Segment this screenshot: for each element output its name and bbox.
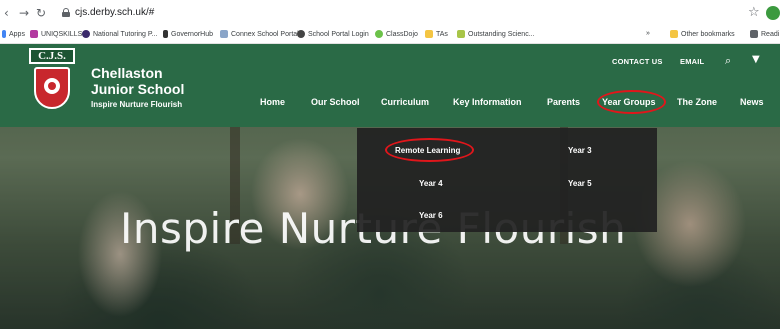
rose-center: [48, 82, 56, 90]
website: Inspire Nurture Flourish C.J.S. Chellast…: [0, 44, 780, 329]
bookmark-tas[interactable]: TAs: [425, 30, 448, 38]
bookmark-outstanding-science[interactable]: Outstanding Scienc...: [457, 30, 535, 38]
school-tagline: Inspire Nurture Flourish: [91, 100, 183, 109]
bookmarks-bar: Apps UNIQSKILLS National Tutoring P... G…: [0, 28, 780, 44]
school-name-line2[interactable]: Junior School: [91, 82, 184, 96]
apps-icon: [2, 30, 6, 38]
search-icon[interactable]: ⌕: [725, 54, 731, 68]
menu-item-year-3[interactable]: Year 3: [568, 146, 592, 155]
nav-the-zone[interactable]: The Zone: [677, 97, 717, 107]
school-crest-logo[interactable]: C.J.S.: [29, 48, 75, 118]
school-portal-icon: [297, 30, 305, 38]
menu-item-year-5[interactable]: Year 5: [568, 179, 592, 188]
classdojo-icon: [375, 30, 383, 38]
national-tutoring-icon: [82, 30, 90, 38]
nav-our-school[interactable]: Our School: [311, 97, 360, 107]
outstanding-science-icon: [457, 30, 465, 38]
nav-curriculum[interactable]: Curriculum: [381, 97, 429, 107]
nav-home[interactable]: Home: [260, 97, 285, 107]
reload-icon[interactable]: ↻: [36, 6, 46, 20]
site-header: C.J.S. Chellaston Junior School Inspire …: [0, 44, 780, 127]
twitter-icon[interactable]: ▼: [752, 54, 760, 65]
menu-item-year-6[interactable]: Year 6: [419, 211, 443, 220]
bookmarks-overflow[interactable]: »: [646, 30, 650, 37]
bookmark-apps[interactable]: Apps: [2, 30, 25, 38]
folder-icon: [670, 30, 678, 38]
bookmark-other[interactable]: Other bookmarks: [670, 30, 735, 38]
governorhub-icon: [163, 30, 168, 38]
bookmark-classdojo[interactable]: ClassDojo: [375, 30, 418, 38]
nav-year-groups[interactable]: Year Groups: [602, 97, 656, 107]
nav-key-information[interactable]: Key Information: [453, 97, 522, 107]
uniqskills-icon: [30, 30, 38, 38]
menu-item-remote-learning[interactable]: Remote Learning: [395, 146, 460, 155]
browser-toolbar: ‹ → ↻ cjs.derby.sch.uk/# ☆: [0, 0, 780, 28]
bookmark-national-tutoring[interactable]: National Tutoring P...: [82, 30, 157, 38]
lock-icon: [62, 8, 70, 17]
contact-us-link[interactable]: CONTACT US: [612, 57, 663, 66]
forward-icon[interactable]: →: [19, 6, 29, 20]
bookmark-school-portal[interactable]: School Portal Login: [297, 30, 369, 38]
back-icon[interactable]: ‹: [4, 6, 9, 20]
nav-parents[interactable]: Parents: [547, 97, 580, 107]
email-link[interactable]: EMAIL: [680, 57, 704, 66]
reading-list-icon: [750, 30, 758, 38]
year-groups-dropdown: Remote Learning Year 3 Year 4 Year 5 Yea…: [357, 128, 657, 232]
bookmark-star-icon[interactable]: ☆: [748, 5, 760, 20]
nav-news[interactable]: News: [740, 97, 764, 107]
school-name-line1[interactable]: Chellaston: [91, 66, 163, 80]
bookmark-connex[interactable]: Connex School Portal: [220, 30, 299, 38]
bookmark-reading-list[interactable]: Readi: [750, 30, 779, 38]
folder-icon: [425, 30, 433, 38]
profile-avatar[interactable]: [766, 6, 780, 20]
connex-icon: [220, 30, 228, 38]
bookmark-uniqskills[interactable]: UNIQSKILLS: [30, 30, 82, 38]
menu-item-year-4[interactable]: Year 4: [419, 179, 443, 188]
bookmark-governorhub[interactable]: GovernorHub: [163, 30, 213, 38]
address-bar-url[interactable]: cjs.derby.sch.uk/#: [75, 7, 154, 18]
crest-initials: C.J.S.: [29, 48, 75, 64]
